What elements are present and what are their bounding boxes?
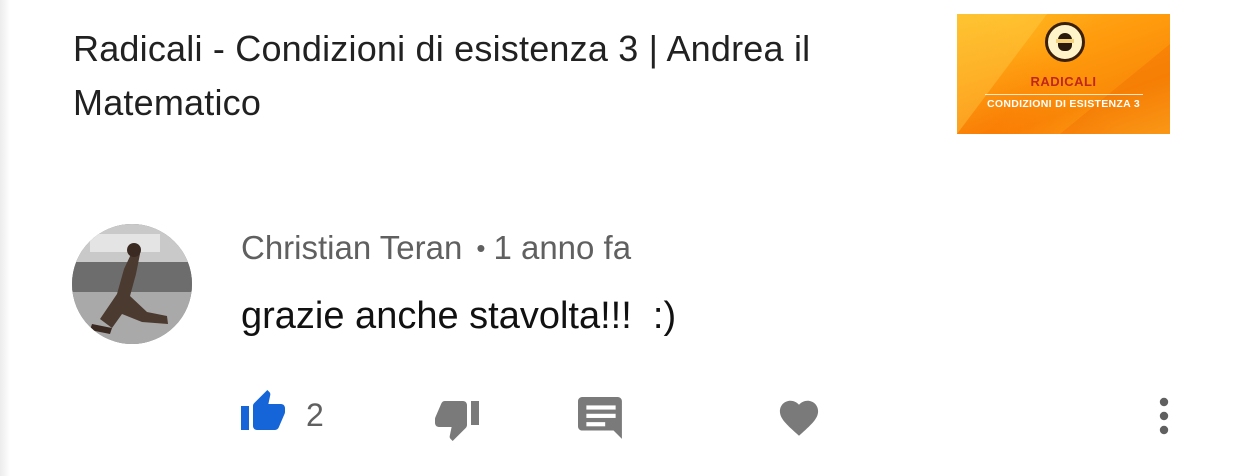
comment-author[interactable]: Christian Teran	[241, 229, 462, 266]
dislike-button[interactable]	[432, 401, 482, 445]
thumbnail-title: RADICALI	[1030, 74, 1097, 89]
comment-meta: Christian Teran • 1 anno fa	[241, 228, 631, 268]
thumbs-down-icon	[435, 401, 479, 441]
like-button[interactable]	[240, 388, 290, 432]
more-options-button[interactable]	[1150, 394, 1178, 438]
avatar[interactable]	[72, 224, 192, 344]
comment-text: grazie anche stavolta!!! :)	[241, 295, 677, 337]
like-count: 2	[306, 397, 324, 433]
thumbnail-divider	[985, 94, 1143, 95]
channel-logo	[1045, 22, 1085, 62]
logo-glasses	[1056, 39, 1074, 43]
thumbs-up-icon	[241, 390, 285, 430]
thumbnail-subtitle: CONDIZIONI DI ESISTENZA 3	[987, 98, 1140, 110]
reply-button[interactable]	[578, 397, 624, 441]
more-vert-icon	[1159, 397, 1169, 435]
comment-icon	[578, 397, 622, 439]
video-thumbnail[interactable]: RADICALI CONDIZIONI DI ESISTENZA 3	[957, 14, 1170, 134]
edge-shadow	[0, 0, 10, 476]
comment-screen: Radicali - Condizioni di esistenza 3 | A…	[0, 0, 1242, 476]
heart-button[interactable]	[776, 395, 822, 437]
comment-time: 1 anno fa	[493, 229, 632, 266]
meta-separator: •	[476, 233, 486, 263]
video-title[interactable]: Radicali - Condizioni di esistenza 3 | A…	[73, 22, 933, 130]
avatar-photo	[72, 224, 192, 344]
heart-icon	[779, 400, 819, 436]
